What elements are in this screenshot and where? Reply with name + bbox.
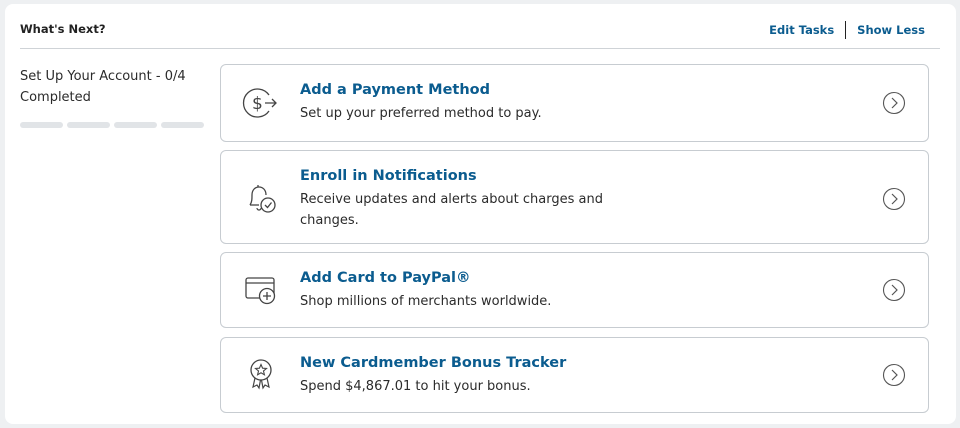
- header-divider: [845, 21, 847, 39]
- award-ribbon-icon: [250, 359, 272, 390]
- progress-segment: [20, 122, 63, 128]
- task-add-payment-method[interactable]: $ Add a Payment Method Set up your prefe…: [220, 64, 929, 142]
- add-card-icon: [245, 277, 276, 305]
- task-description: Receive updates and alerts about charges…: [300, 192, 603, 228]
- progress-segment: [161, 122, 204, 128]
- progress-label: Set Up Your Account - 0/4 Completed: [20, 69, 186, 105]
- task-title: New Cardmember Bonus Tracker: [300, 355, 567, 371]
- progress-segment: [114, 122, 157, 128]
- task-title: Enroll in Notifications: [300, 168, 477, 184]
- svg-text:$: $: [252, 94, 263, 114]
- chevron-right-icon[interactable]: [882, 91, 906, 115]
- task-bonus-tracker[interactable]: New Cardmember Bonus Tracker Spend $4,86…: [220, 337, 929, 413]
- task-description: Shop millions of merchants worldwide.: [300, 294, 552, 309]
- edit-tasks-link[interactable]: Edit Tasks: [769, 23, 834, 37]
- card-header: What's Next? Edit Tasks Show Less: [20, 4, 940, 49]
- payment-icon: $: [242, 88, 277, 118]
- task-title: Add Card to PayPal®: [300, 270, 471, 286]
- task-add-card-paypal[interactable]: Add Card to PayPal® Shop millions of mer…: [220, 252, 929, 328]
- chevron-right-icon[interactable]: [882, 363, 906, 387]
- progress-bar: [20, 122, 210, 128]
- task-description: Spend $4,867.01 to hit your bonus.: [300, 379, 531, 394]
- task-enroll-notifications[interactable]: Enroll in Notifications Receive updates …: [220, 150, 929, 244]
- card-title: What's Next?: [20, 22, 106, 36]
- progress-segment: [67, 122, 110, 128]
- chevron-right-icon[interactable]: [882, 187, 906, 211]
- task-title: Add a Payment Method: [300, 82, 490, 98]
- task-description: Set up your preferred method to pay.: [300, 106, 542, 121]
- account-setup-progress: Set Up Your Account - 0/4 Completed: [20, 66, 210, 128]
- whats-next-card: What's Next? Edit Tasks Show Less Set Up…: [5, 4, 956, 424]
- header-actions: Edit Tasks Show Less: [769, 21, 925, 39]
- chevron-right-icon[interactable]: [882, 278, 906, 302]
- show-less-link[interactable]: Show Less: [857, 23, 925, 37]
- notification-bell-icon: [249, 185, 276, 213]
